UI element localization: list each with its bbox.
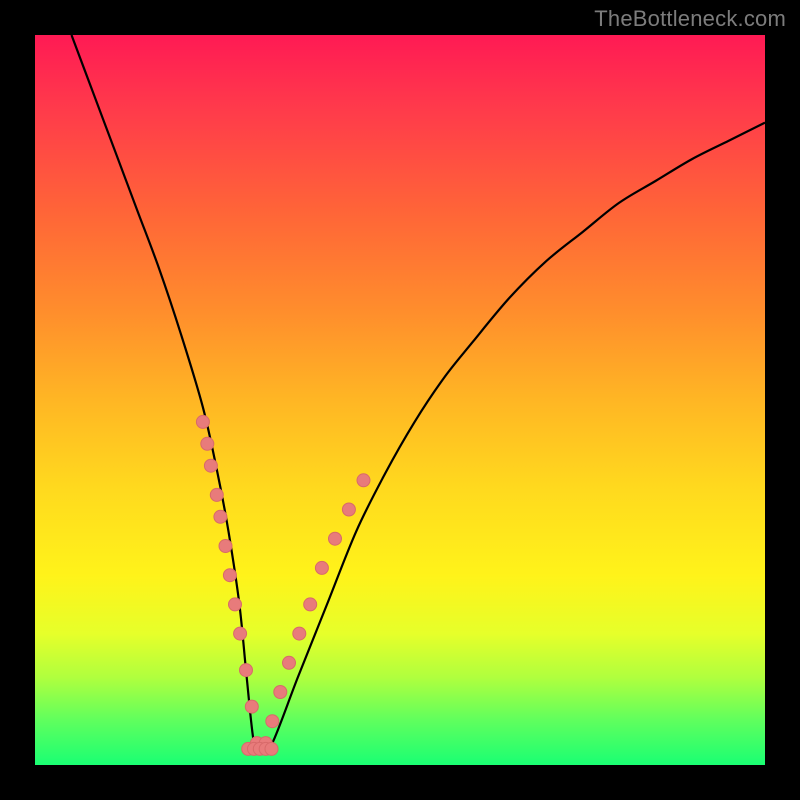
- dots-left-group: [196, 415, 263, 749]
- data-point: [265, 742, 278, 755]
- data-point: [219, 540, 232, 553]
- watermark-text: TheBottleneck.com: [594, 6, 786, 32]
- v-curve-path: [72, 35, 766, 751]
- data-point: [304, 598, 317, 611]
- data-point: [342, 503, 355, 516]
- dots-right-group: [259, 474, 370, 750]
- curve-line: [72, 35, 766, 751]
- data-point: [293, 627, 306, 640]
- data-point: [204, 459, 217, 472]
- data-point: [283, 656, 296, 669]
- chart-svg: [35, 35, 765, 765]
- data-point: [229, 598, 242, 611]
- data-point: [196, 415, 209, 428]
- data-point: [245, 700, 258, 713]
- data-point: [329, 532, 342, 545]
- data-point: [234, 627, 247, 640]
- plot-area: [35, 35, 765, 765]
- data-point: [315, 561, 328, 574]
- dots-valley-group: [242, 742, 278, 755]
- data-point: [266, 715, 279, 728]
- data-point: [210, 488, 223, 501]
- data-point: [214, 510, 227, 523]
- chart-stage: TheBottleneck.com: [0, 0, 800, 800]
- data-point: [223, 569, 236, 582]
- data-point: [240, 664, 253, 677]
- data-point: [274, 686, 287, 699]
- data-point: [357, 474, 370, 487]
- data-point: [201, 437, 214, 450]
